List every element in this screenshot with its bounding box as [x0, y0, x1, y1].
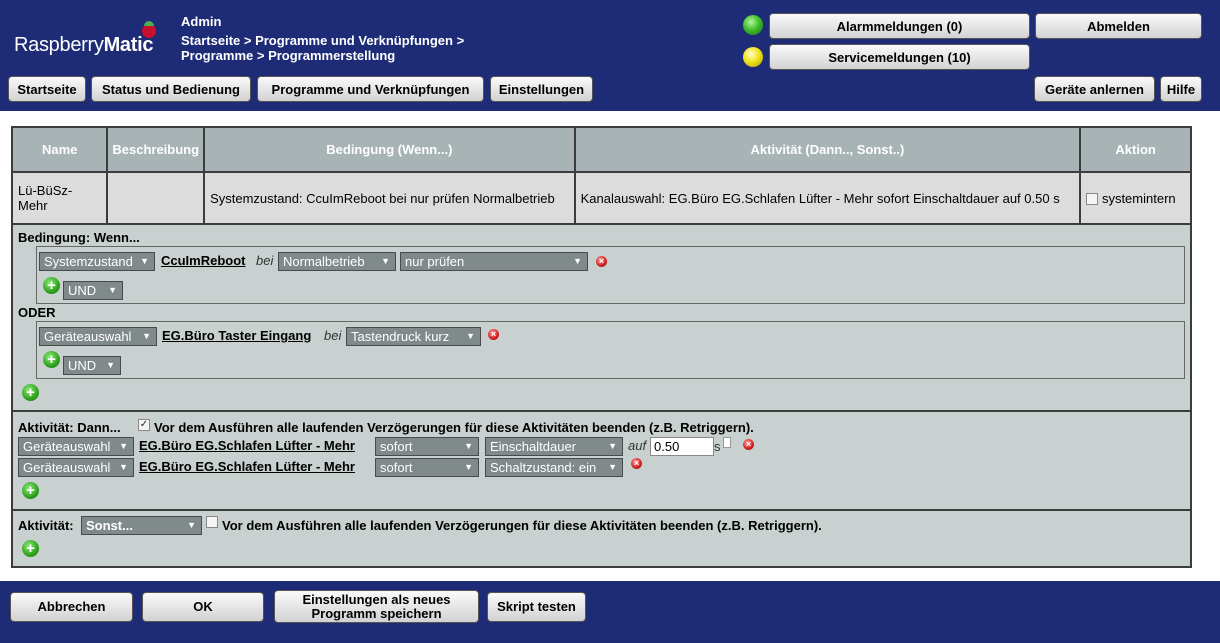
- then-section: Aktivität: Dann... ✓ Vor dem Ausführen a…: [13, 412, 1190, 511]
- condition-state-select[interactable]: Normalbetrieb ▼: [278, 252, 396, 271]
- chevron-down-icon: ▼: [464, 462, 473, 472]
- col-header-condition: Bedingung (Wenn...): [203, 126, 576, 173]
- nav-startseite[interactable]: Startseite: [8, 76, 86, 102]
- save-as-new-program-button[interactable]: Einstellungen als neues Programm speiche…: [274, 590, 479, 623]
- then-title: Aktivität: Dann...: [18, 420, 121, 435]
- alarm-messages-button[interactable]: Alarmmeldungen (0): [769, 13, 1030, 39]
- cancel-button[interactable]: Abbrechen: [10, 592, 133, 622]
- program-action-cell: systemintern: [1079, 171, 1192, 225]
- activity-type-select[interactable]: Geräteauswahl ▼: [18, 458, 134, 477]
- or-label: ODER: [18, 305, 56, 320]
- chevron-down-icon: ▼: [140, 256, 149, 266]
- chevron-down-icon: ▼: [119, 462, 128, 472]
- chevron-down-icon: ▼: [119, 441, 128, 451]
- raspberry-icon: [142, 24, 156, 38]
- breadcrumb: Startseite > Programme und Verknüpfungen…: [181, 33, 465, 63]
- chevron-down-icon: ▼: [381, 256, 390, 266]
- header-bar: RaspberryMatic Admin Startseite > Progra…: [0, 0, 1220, 111]
- activity-target-link[interactable]: EG.Büro EG.Schlafen Lüfter - Mehr: [139, 438, 355, 453]
- test-script-button[interactable]: Skript testen: [487, 592, 586, 622]
- logic-select[interactable]: UND ▼: [63, 281, 123, 300]
- delete-icon[interactable]: ×: [488, 329, 499, 340]
- add-condition-icon[interactable]: +: [43, 277, 60, 294]
- add-activity-icon[interactable]: +: [22, 482, 39, 499]
- ok-button[interactable]: OK: [142, 592, 264, 622]
- chevron-down-icon: ▼: [608, 462, 617, 472]
- col-header-action: Aktion: [1079, 126, 1192, 173]
- activity-timing-select[interactable]: sofort ▼: [375, 437, 479, 456]
- activity-timing-select[interactable]: sofort ▼: [375, 458, 479, 477]
- condition-title: Bedingung: Wenn...: [18, 230, 140, 245]
- condition-block-2: Geräteauswahl ▼ EG.Büro Taster Eingang be…: [36, 321, 1185, 379]
- activity-target-link[interactable]: EG.Büro EG.Schlafen Lüfter - Mehr: [139, 459, 355, 474]
- add-condition-icon[interactable]: +: [43, 351, 60, 368]
- activity-param-select[interactable]: Schaltzustand: ein ▼: [485, 458, 623, 477]
- condition-target-link[interactable]: CcuImReboot: [161, 253, 246, 268]
- else-retrigger-checkbox[interactable]: [206, 516, 218, 528]
- chevron-down-icon: ▼: [142, 331, 151, 341]
- footer-bar: Abbrechen OK Einstellungen als neues Pro…: [0, 581, 1220, 643]
- program-name-cell[interactable]: Lü-BüSz-Mehr: [10, 171, 109, 225]
- learn-devices-button[interactable]: Geräte anlernen: [1034, 76, 1155, 102]
- systemintern-checkbox[interactable]: [1086, 193, 1099, 206]
- service-status-icon: [743, 47, 763, 67]
- leaf-icon: [144, 21, 154, 26]
- chevron-down-icon: ▼: [466, 331, 475, 341]
- condition-type-select[interactable]: Geräteauswahl ▼: [39, 327, 157, 346]
- condition-type-select[interactable]: Systemzustand ▼: [39, 252, 155, 271]
- alarm-status-icon: [743, 15, 763, 35]
- activity-param-select[interactable]: Einschaltdauer ▼: [485, 437, 623, 456]
- program-activity-cell: Kanalauswahl: EG.Büro EG.Schlafen Lüfter…: [573, 171, 1082, 225]
- else-title: Aktivität:: [18, 518, 74, 533]
- condition-target-link[interactable]: EG.Büro Taster Eingang: [162, 328, 311, 343]
- else-select[interactable]: Sonst... ▼: [81, 516, 202, 535]
- help-button[interactable]: Hilfe: [1160, 76, 1202, 102]
- chevron-down-icon: ▼: [464, 441, 473, 451]
- add-activity-icon[interactable]: +: [22, 540, 39, 557]
- auf-label: auf: [628, 438, 647, 453]
- program-table: Name Beschreibung Bedingung (Wenn...) Ak…: [10, 126, 1192, 225]
- delete-icon[interactable]: ×: [596, 256, 607, 267]
- col-header-activity: Aktivität (Dann.., Sonst..): [573, 126, 1082, 173]
- condition-block-1: Systemzustand ▼ CcuImReboot bei Normalbet…: [36, 246, 1185, 304]
- activity-type-select[interactable]: Geräteauswahl ▼: [18, 437, 134, 456]
- delete-icon[interactable]: ×: [743, 439, 754, 450]
- condition-section: Bedingung: Wenn... Systemzustand ▼ CcuImR…: [13, 225, 1190, 412]
- delete-icon[interactable]: ×: [631, 458, 642, 469]
- unit-label: s: [714, 439, 721, 454]
- else-section: Aktivität: Sonst... ▼ Vor dem Ausführen a…: [13, 511, 1190, 566]
- duration-input[interactable]: 0.50: [650, 437, 714, 456]
- col-header-description: Beschreibung: [106, 126, 206, 173]
- chevron-down-icon: ▼: [608, 441, 617, 451]
- chevron-down-icon: ▼: [187, 520, 196, 530]
- program-description-cell[interactable]: [106, 171, 206, 225]
- logic-select[interactable]: UND ▼: [63, 356, 121, 375]
- bei-label: bei: [256, 253, 274, 268]
- document-icon[interactable]: [723, 437, 731, 448]
- col-header-name: Name: [10, 126, 109, 173]
- nav-status-bedienung[interactable]: Status und Bedienung: [91, 76, 251, 102]
- user-name: Admin: [181, 14, 222, 29]
- nav-programme[interactable]: Programme und Verknüpfungen: [257, 76, 484, 102]
- main-content: Name Beschreibung Bedingung (Wenn...) Ak…: [0, 111, 1220, 581]
- then-retrigger-label: Vor dem Ausführen alle laufenden Verzöge…: [154, 420, 754, 435]
- else-retrigger-label: Vor dem Ausführen alle laufenden Verzöge…: [222, 518, 822, 533]
- condition-mode-select[interactable]: nur prüfen ▼: [400, 252, 588, 271]
- then-retrigger-checkbox[interactable]: ✓: [138, 419, 150, 431]
- chevron-down-icon: ▼: [108, 285, 117, 295]
- chevron-down-icon: ▼: [106, 360, 115, 370]
- systemintern-label: systemintern: [1101, 190, 1176, 206]
- program-editor: Bedingung: Wenn... Systemzustand ▼ CcuImR…: [11, 223, 1192, 568]
- nav-einstellungen[interactable]: Einstellungen: [490, 76, 593, 102]
- bei-label: bei: [324, 328, 342, 343]
- table-row: Lü-BüSz-Mehr Systemzustand: CcuImReboot …: [10, 171, 1192, 225]
- logo: RaspberryMatic: [14, 34, 154, 56]
- logout-button[interactable]: Abmelden: [1035, 13, 1202, 39]
- chevron-down-icon: ▼: [573, 256, 582, 266]
- add-or-condition-icon[interactable]: +: [22, 384, 39, 401]
- program-condition-cell: Systemzustand: CcuImReboot bei nur prüfe…: [203, 171, 576, 225]
- service-messages-button[interactable]: Servicemeldungen (10): [769, 44, 1030, 70]
- condition-state-select[interactable]: Tastendruck kurz ▼: [346, 327, 481, 346]
